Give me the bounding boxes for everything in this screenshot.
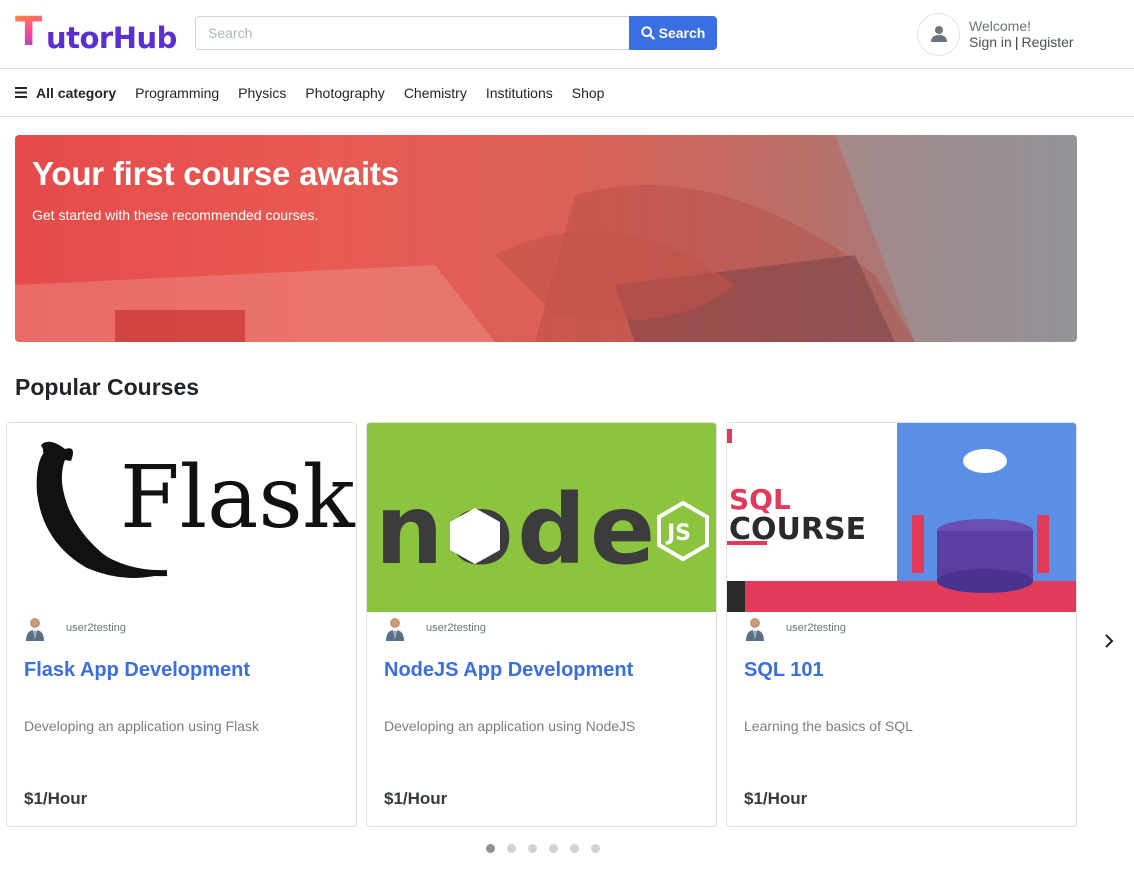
course-author: user2testing xyxy=(382,613,486,643)
banner-title: Your first course awaits xyxy=(32,155,399,192)
course-price: $1/Hour xyxy=(384,789,448,808)
course-description: Learning the basics of SQL xyxy=(744,718,913,734)
course-description: Developing an application using Flask xyxy=(24,718,260,734)
sql-course-image: SQL COURSE xyxy=(727,423,1076,612)
tutorhub-logo[interactable]: T utorHub xyxy=(15,9,177,56)
flask-image-text: Flask xyxy=(120,448,356,548)
hero-banner: Your first course awaits Get started wit… xyxy=(15,135,1077,342)
all-category-button[interactable]: All category xyxy=(15,85,116,101)
welcome-block: Welcome! Sign in | Register xyxy=(969,18,1074,50)
course-card-flask[interactable]: Flask user2testing Flask App Development… xyxy=(6,422,357,827)
user-area: Welcome! Sign in | Register xyxy=(917,12,1074,56)
logo-text: utorHub xyxy=(46,21,177,55)
course-author: user2testing xyxy=(742,613,846,643)
auth-separator: | xyxy=(1014,34,1019,50)
course-price: $1/Hour xyxy=(24,789,88,808)
author-name[interactable]: user2testing xyxy=(786,622,846,634)
register-link[interactable]: Register xyxy=(1021,34,1073,50)
author-avatar xyxy=(26,618,44,641)
course-title[interactable]: Flask App Development xyxy=(24,659,250,682)
nav-item-chemistry[interactable]: Chemistry xyxy=(404,85,467,101)
nav-item-physics[interactable]: Physics xyxy=(238,85,286,101)
sign-in-link[interactable]: Sign in xyxy=(969,34,1012,50)
author-avatar xyxy=(386,618,404,641)
banner-subtitle: Get started with these recommended cours… xyxy=(32,207,319,223)
course-image-flask: Flask xyxy=(7,423,356,612)
welcome-text: Welcome! xyxy=(969,18,1031,34)
course-author: user2testing xyxy=(22,613,126,643)
category-nav: All category Programming Physics Photogr… xyxy=(0,69,1134,117)
header: T utorHub Search Welcome! Sign in|Regist… xyxy=(0,0,1134,69)
nodejs-logo-image: node JS xyxy=(375,474,709,586)
carousel-dot[interactable] xyxy=(570,844,579,853)
user-avatar[interactable] xyxy=(917,12,960,56)
chevron-right-icon xyxy=(1105,634,1114,648)
flask-logo-image: Flask xyxy=(36,441,356,578)
author-name[interactable]: user2testing xyxy=(426,622,486,634)
carousel-dot[interactable] xyxy=(507,844,516,853)
hamburger-icon xyxy=(15,87,27,98)
course-title[interactable]: NodeJS App Development xyxy=(384,659,633,682)
search-bar: Search xyxy=(195,16,717,50)
logo-letter: T xyxy=(15,9,43,55)
course-image-sql: SQL COURSE xyxy=(727,423,1076,612)
search-button-label: Search xyxy=(658,25,706,41)
search-button[interactable]: Search xyxy=(629,16,717,50)
nav-item-photography[interactable]: Photography xyxy=(305,85,384,101)
search-input[interactable] xyxy=(195,16,629,50)
author-name[interactable]: user2testing xyxy=(66,622,126,634)
carousel-dot[interactable] xyxy=(591,844,600,853)
course-card-nodejs[interactable]: node JS user2testing NodeJS App Developm… xyxy=(366,422,717,827)
author-avatar xyxy=(746,618,764,641)
search-icon xyxy=(640,26,655,40)
user-icon xyxy=(930,26,947,42)
popular-courses-title: Popular Courses xyxy=(15,374,200,400)
carousel-next-button[interactable] xyxy=(1099,631,1119,651)
course-card-sql[interactable]: SQL COURSE user2testing SQL 101 Learning… xyxy=(726,422,1077,827)
nav-item-institutions[interactable]: Institutions xyxy=(486,85,553,101)
all-category-label: All category xyxy=(36,84,117,101)
auth-links: Sign in | Register xyxy=(969,34,1074,50)
carousel-dot[interactable] xyxy=(549,844,558,853)
course-description: Developing an application using NodeJS xyxy=(384,718,636,734)
carousel-dot[interactable] xyxy=(528,844,537,853)
nav-item-programming[interactable]: Programming xyxy=(135,85,219,101)
carousel-dot[interactable] xyxy=(486,844,495,853)
node-image-text: node xyxy=(375,474,659,586)
course-image-nodejs: node JS xyxy=(367,423,716,612)
nav-item-shop[interactable]: Shop xyxy=(572,85,605,101)
course-title[interactable]: SQL 101 xyxy=(744,659,824,682)
carousel-pagination xyxy=(486,844,600,853)
svg-text:JS: JS xyxy=(665,521,691,546)
course-price: $1/Hour xyxy=(744,789,808,808)
